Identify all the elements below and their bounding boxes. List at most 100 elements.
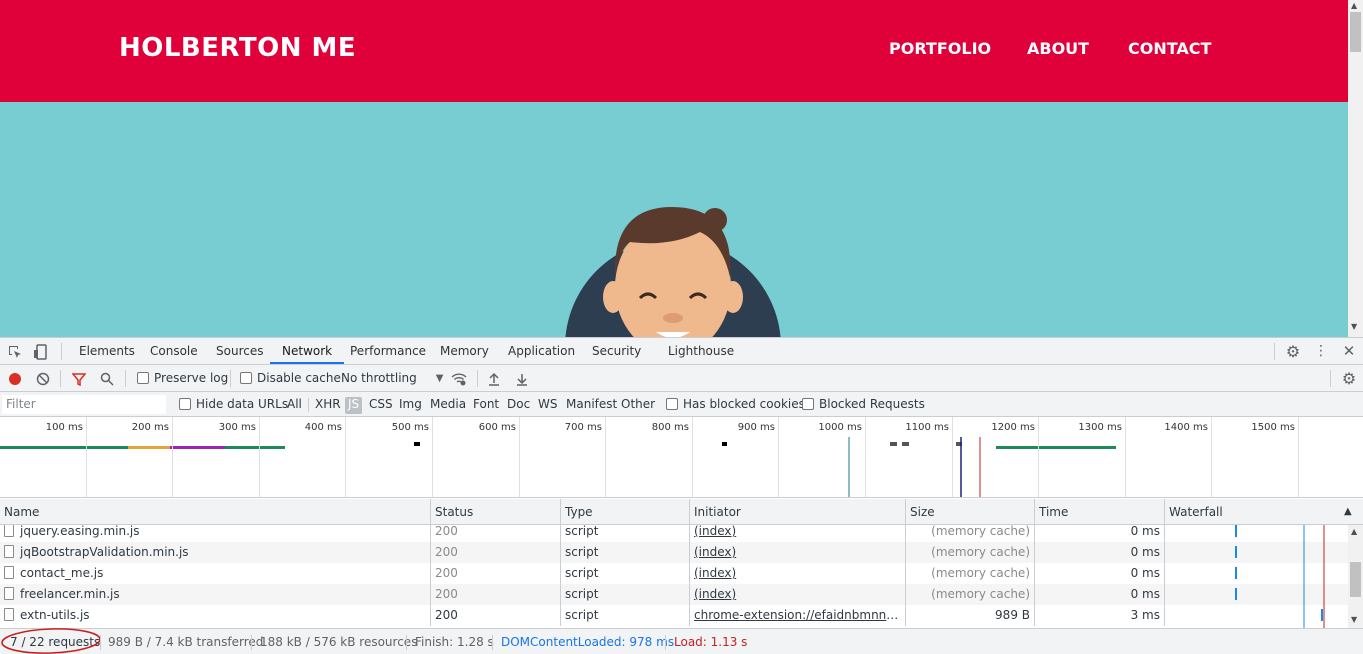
nav-about[interactable]: ABOUT — [1027, 39, 1089, 58]
table-row[interactable]: freelancer.min.js 200 script (index) (me… — [0, 584, 1348, 605]
disable-cache-label: Disable cache — [257, 371, 341, 385]
column-time[interactable]: Time — [1035, 499, 1165, 525]
column-status[interactable]: Status — [431, 499, 561, 525]
table-scrollbar[interactable]: ▲ ▼ — [1348, 525, 1363, 628]
network-overview-timeline[interactable]: 100 ms 200 ms 300 ms 400 ms 500 ms 600 ms 700 … — [0, 417, 1363, 498]
network-toolbar: Preserve log Disable cache No throttling… — [0, 365, 1363, 392]
toolbar-divider — [1330, 370, 1331, 387]
hide-data-urls-label: Hide data URLs — [196, 397, 289, 411]
file-icon — [4, 525, 14, 537]
table-row[interactable]: contact_me.js 200 script (index) (memory… — [0, 563, 1348, 584]
filter-type-img[interactable]: Img — [396, 397, 425, 414]
waterfall-bar — [1321, 609, 1323, 621]
site-brand[interactable]: HOLBERTON ME — [119, 33, 356, 63]
resources-size: 188 kB / 576 kB resources — [260, 635, 418, 649]
scroll-down-arrow-icon[interactable]: ▼ — [1351, 615, 1357, 624]
table-row[interactable]: jquery.easing.min.js 200 script (index) … — [0, 525, 1348, 542]
scroll-up-arrow-icon[interactable]: ▲ — [1351, 1, 1357, 11]
cell-size: (memory cache) — [906, 563, 1035, 584]
tab-network[interactable]: Network — [270, 338, 345, 364]
record-icon[interactable] — [7, 371, 23, 387]
column-name[interactable]: Name — [0, 499, 431, 525]
table-row[interactable]: extn-utils.js 200 script chrome-extensio… — [0, 605, 1348, 626]
settings-gear-icon[interactable]: ⚙ — [1284, 342, 1302, 361]
device-toolbar-icon[interactable] — [32, 343, 50, 361]
filter-type-doc[interactable]: Doc — [504, 397, 533, 414]
filter-bar: Filter Hide data URLs All XHR JS CSS Img… — [0, 392, 1363, 417]
tab-elements[interactable]: Elements — [71, 338, 143, 364]
checkbox-box[interactable] — [179, 398, 191, 410]
initiator-link[interactable]: (index) — [694, 545, 736, 559]
scroll-thumb[interactable] — [1350, 562, 1361, 597]
network-settings-gear-icon[interactable]: ⚙ — [1340, 369, 1358, 388]
filter-type-xhr[interactable]: XHR — [312, 397, 344, 414]
initiator-link[interactable]: chrome-extension://efaidnbmnnnibp... — [694, 608, 905, 622]
column-initiator[interactable]: Initiator — [690, 499, 906, 525]
has-blocked-cookies-checkbox[interactable]: Has blocked cookies — [666, 397, 805, 411]
filter-type-js[interactable]: JS — [345, 397, 363, 414]
clear-icon[interactable] — [35, 371, 51, 387]
filter-input[interactable]: Filter — [2, 395, 166, 414]
tab-security[interactable]: Security — [584, 338, 649, 364]
request-name: jqBootstrapValidation.min.js — [20, 545, 189, 559]
table-row[interactable]: jqBootstrapValidation.min.js 200 script … — [0, 542, 1348, 563]
throttling-select[interactable]: No throttling ▼ — [341, 371, 443, 385]
filter-type-font[interactable]: Font — [470, 397, 502, 414]
initiator-link[interactable]: (index) — [694, 566, 736, 580]
column-waterfall[interactable]: Waterfall ▲ — [1165, 499, 1363, 525]
search-icon[interactable] — [99, 371, 115, 387]
export-har-icon[interactable] — [514, 370, 530, 388]
cell-initiator: (index) — [690, 563, 906, 584]
page-scrollbar[interactable]: ▲ ▼ — [1348, 0, 1363, 337]
filter-type-other[interactable]: Other — [618, 397, 658, 414]
nav-portfolio[interactable]: PORTFOLIO — [889, 39, 991, 58]
tab-lighthouse[interactable]: Lighthouse — [660, 338, 742, 364]
filter-type-ws[interactable]: WS — [535, 397, 560, 414]
tab-sources[interactable]: Sources — [208, 338, 271, 364]
toolbar-divider — [60, 370, 61, 387]
avatar-illustration — [565, 207, 781, 337]
status-divider — [251, 635, 252, 650]
cell-size: (memory cache) — [906, 525, 1035, 542]
blocked-requests-checkbox[interactable]: Blocked Requests — [802, 397, 925, 411]
filter-type-css[interactable]: CSS — [366, 397, 396, 414]
column-type[interactable]: Type — [561, 499, 690, 525]
column-size[interactable]: Size — [906, 499, 1035, 525]
inspect-element-icon[interactable] — [6, 343, 24, 361]
tab-memory[interactable]: Memory — [432, 338, 497, 364]
status-divider — [665, 635, 666, 650]
devtools-panel: Elements Console Sources Network Perform… — [0, 337, 1363, 654]
network-status-bar: 7 / 22 requests 989 B / 7.4 kB transferr… — [0, 628, 1363, 654]
import-har-icon[interactable] — [486, 370, 502, 388]
filter-type-all[interactable]: All — [284, 397, 305, 414]
initiator-link[interactable]: (index) — [694, 525, 736, 538]
waterfall-bar — [1235, 567, 1237, 579]
cell-time: 0 ms — [1035, 542, 1165, 563]
transferred-size: 989 B / 7.4 kB transferred — [108, 635, 264, 649]
scroll-thumb[interactable] — [1350, 12, 1361, 52]
request-name: jquery.easing.min.js — [20, 525, 140, 538]
checkbox-box[interactable] — [137, 372, 149, 384]
hide-data-urls-checkbox[interactable]: Hide data URLs — [179, 397, 288, 411]
checkbox-box[interactable] — [802, 398, 814, 410]
filter-icon[interactable] — [71, 371, 87, 387]
scroll-down-arrow-icon[interactable]: ▼ — [1351, 322, 1357, 332]
filter-type-media[interactable]: Media — [427, 397, 469, 414]
network-conditions-icon[interactable] — [450, 370, 468, 388]
filter-type-manifest[interactable]: Manifest — [563, 397, 620, 414]
file-icon — [4, 566, 14, 579]
more-options-icon[interactable]: ⋮ — [1312, 342, 1330, 360]
checkbox-box[interactable] — [666, 398, 678, 410]
disable-cache-checkbox[interactable]: Disable cache — [240, 371, 341, 385]
tab-application[interactable]: Application — [500, 338, 583, 364]
request-name: contact_me.js — [20, 566, 104, 580]
preserve-log-checkbox[interactable]: Preserve log — [137, 371, 228, 385]
close-icon[interactable]: ✕ — [1340, 342, 1358, 360]
toolbar-divider — [61, 343, 62, 360]
tab-performance[interactable]: Performance — [342, 338, 434, 364]
nav-contact[interactable]: CONTACT — [1128, 39, 1211, 58]
scroll-up-arrow-icon[interactable]: ▲ — [1351, 527, 1357, 536]
tab-console[interactable]: Console — [142, 338, 206, 364]
checkbox-box[interactable] — [240, 372, 252, 384]
initiator-link[interactable]: (index) — [694, 587, 736, 601]
